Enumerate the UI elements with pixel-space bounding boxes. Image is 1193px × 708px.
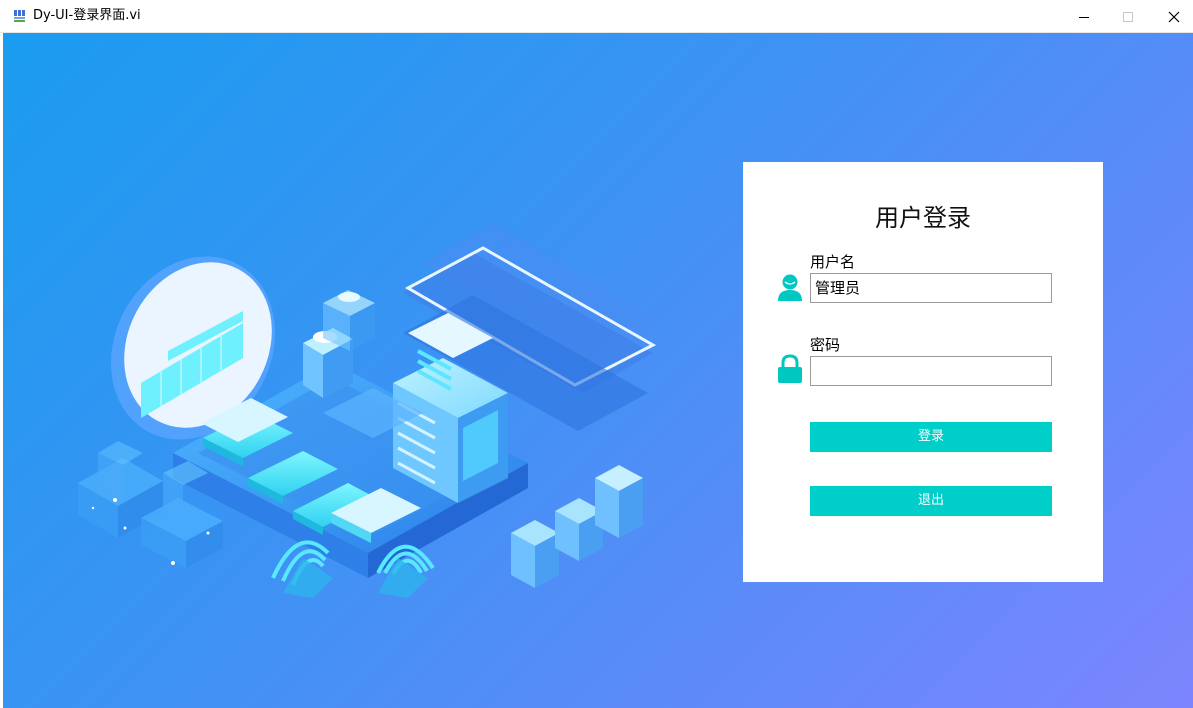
title-bar: Dy-UI-登录界面.vi <box>0 0 1193 33</box>
window-title: Dy-UI-登录界面.vi <box>33 8 141 23</box>
maximize-icon <box>1123 11 1133 22</box>
minimize-icon <box>1079 16 1089 18</box>
user-icon <box>778 274 802 301</box>
username-input[interactable]: 管理员 <box>810 273 1052 303</box>
login-button[interactable]: 登录 <box>810 422 1052 452</box>
password-label: 密码 <box>810 336 841 354</box>
username-label: 用户名 <box>810 253 856 271</box>
password-input[interactable] <box>810 356 1052 386</box>
labview-vi-icon <box>13 9 26 23</box>
lock-icon <box>778 354 802 383</box>
exit-button[interactable]: 退出 <box>810 486 1052 516</box>
maximize-button[interactable] <box>1105 0 1151 33</box>
login-panel: 用户登录 用户名 管理员 密码 登录 退出 <box>743 162 1103 582</box>
login-heading: 用户登录 <box>875 204 971 232</box>
minimize-button[interactable] <box>1061 0 1107 33</box>
login-window-background: 用户登录 用户名 管理员 密码 登录 退出 <box>3 33 1193 708</box>
close-button[interactable] <box>1151 0 1193 33</box>
close-icon <box>1168 11 1180 22</box>
